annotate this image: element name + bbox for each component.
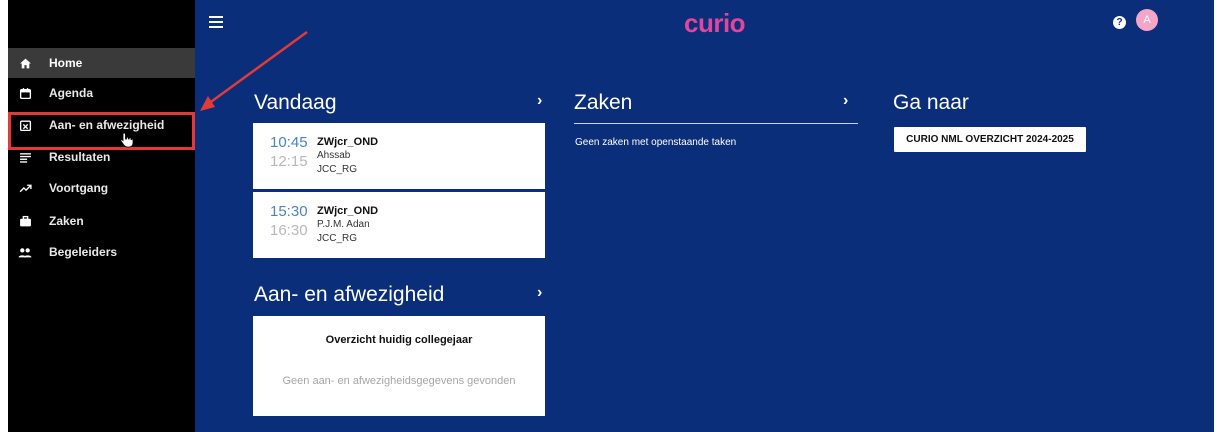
aanwezigheid-empty-text: Geen aan- en afwezigheidsgegevens gevond… (282, 375, 516, 387)
help-icon[interactable]: ? (1113, 16, 1126, 29)
top-bar: curio ? A (195, 0, 1214, 50)
sidebar: Home Agenda Aan- en afwezigheid Resultat… (8, 0, 195, 432)
appointment-room: JCC_RG (317, 164, 358, 175)
sidebar-item-label: Begeleiders (49, 245, 118, 259)
appointment-start: 10:45 (270, 134, 308, 151)
hand-cursor-icon (120, 132, 134, 153)
zaken-empty-text: Geen zaken met openstaande taken (575, 137, 737, 148)
curio-nml-overzicht-button[interactable]: CURIO NML OVERZICHT 2024-2025 (894, 127, 1086, 152)
zaken-chevron-icon[interactable]: › (843, 92, 848, 110)
people-icon (18, 245, 32, 259)
aanwezigheid-card-title: Overzicht huidig collegejaar (325, 334, 473, 346)
sidebar-item-resultaten[interactable]: Resultaten (8, 142, 195, 172)
aanwezigheid-card[interactable]: Overzicht huidig collegejaar Geen aan- e… (253, 316, 545, 416)
appointment-end: 16:30 (270, 222, 308, 239)
vandaag-title[interactable]: Vandaag (254, 91, 337, 115)
sidebar-item-label: Resultaten (49, 150, 111, 164)
briefcase-icon (18, 214, 32, 228)
curio-logo: curio (684, 8, 746, 38)
appointment-end: 12:15 (270, 153, 308, 170)
appointment-course: ZWjcr_OND (317, 136, 379, 148)
sidebar-item-home[interactable]: Home (8, 48, 195, 78)
sidebar-item-agenda[interactable]: Agenda (8, 78, 195, 108)
sidebar-item-label: Aan- en afwezigheid (49, 118, 165, 132)
appointment-course: ZWjcr_OND (317, 205, 379, 217)
list-icon (18, 150, 32, 164)
appointment-teacher: P.J.M. Adan (317, 219, 370, 230)
appointment-teacher: Ahssab (317, 150, 351, 161)
appointment-card[interactable]: 10:45 12:15 ZWjcr_OND Ahssab JCC_RG (253, 123, 545, 189)
sidebar-item-aan-en-afwezigheid[interactable]: Aan- en afwezigheid (8, 110, 195, 140)
zaken-title[interactable]: Zaken (574, 91, 632, 115)
sidebar-item-voortgang[interactable]: Voortgang (8, 173, 195, 203)
trending-up-icon (18, 181, 32, 195)
sidebar-item-label: Voortgang (49, 181, 109, 195)
sidebar-item-zaken[interactable]: Zaken (8, 206, 195, 236)
app-frame: Home Agenda Aan- en afwezigheid Resultat… (8, 0, 1214, 432)
zaken-divider (574, 123, 858, 124)
sidebar-item-label: Home (49, 56, 83, 70)
aanwezigheid-chevron-icon[interactable]: › (537, 284, 542, 302)
calendar-x-icon (18, 118, 32, 132)
appointment-room: JCC_RG (317, 233, 358, 244)
vandaag-chevron-icon[interactable]: › (537, 92, 542, 110)
appointment-card[interactable]: 15:30 16:30 ZWjcr_OND P.J.M. Adan JCC_RG (253, 192, 545, 258)
menu-icon[interactable] (209, 16, 223, 28)
avatar[interactable]: A (1136, 9, 1158, 31)
sidebar-item-label: Agenda (49, 86, 94, 100)
ga-naar-title: Ga naar (893, 91, 969, 114)
calendar-icon (18, 86, 32, 100)
appointment-start: 15:30 (270, 203, 308, 220)
aanwezigheid-title[interactable]: Aan- en afwezigheid (254, 283, 444, 307)
sidebar-item-label: Zaken (49, 214, 84, 228)
sidebar-item-begeleiders[interactable]: Begeleiders (8, 237, 195, 267)
home-icon (18, 56, 32, 70)
